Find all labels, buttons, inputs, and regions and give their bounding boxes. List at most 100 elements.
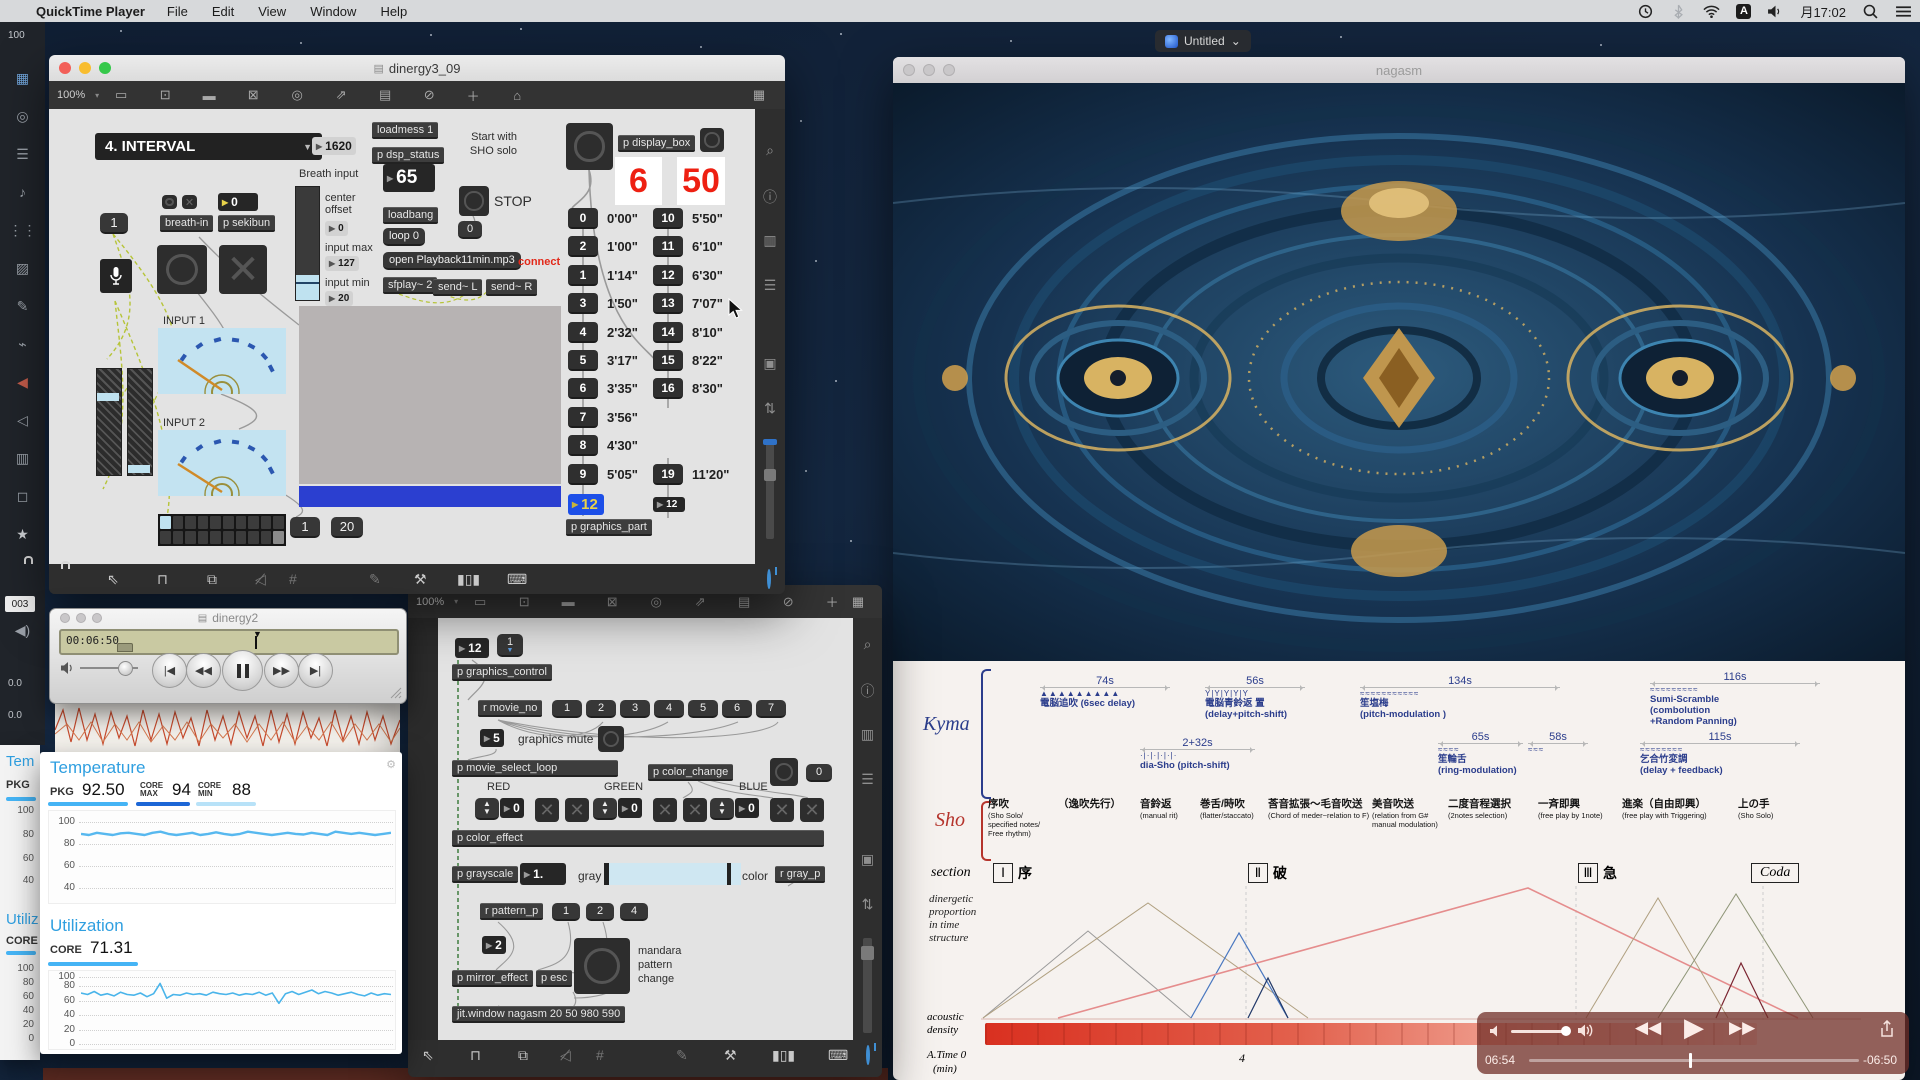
cue-row[interactable]: 00'00" xyxy=(568,208,638,229)
menu-item[interactable]: View xyxy=(258,4,286,19)
grid-snap-icon[interactable]: # xyxy=(289,571,297,587)
volume-knob[interactable] xyxy=(1561,1026,1571,1036)
movie-select-loop-object[interactable]: p movie_select_loop xyxy=(452,760,618,777)
rewind-button[interactable]: ◀◀ xyxy=(1635,1018,1661,1038)
palette-audio-icon[interactable]: ♪ xyxy=(0,184,45,200)
search-icon[interactable]: ⌕ xyxy=(853,636,882,653)
menu-item[interactable]: File xyxy=(167,4,188,19)
bluetooth-icon[interactable] xyxy=(1670,4,1687,19)
palette-objects-icon[interactable]: ▦ xyxy=(0,70,45,87)
number-box[interactable]: ▶12 xyxy=(455,638,489,658)
home-icon[interactable]: ⌂ xyxy=(495,88,539,103)
zoom-level[interactable]: 100% xyxy=(57,89,85,101)
cue-row[interactable]: 53'17" xyxy=(568,350,638,371)
display-toggle[interactable] xyxy=(700,128,724,152)
resize-grip[interactable] xyxy=(390,687,402,699)
palette-panel-icon[interactable]: ▥ xyxy=(0,450,45,467)
palette-speaker-icon[interactable]: ◁ xyxy=(0,412,45,429)
jit-window-object[interactable]: jit.window nagasm 20 50 980 590 xyxy=(452,1006,625,1023)
notification-center-icon[interactable] xyxy=(1895,4,1912,19)
zoom-button[interactable] xyxy=(943,64,955,76)
minimize-button[interactable] xyxy=(79,62,91,74)
time-machine-icon[interactable] xyxy=(1637,4,1654,19)
graphics-control-object[interactable]: p graphics_control xyxy=(452,664,552,681)
selected-cue-number[interactable]: ▶12 xyxy=(568,494,604,515)
cue-row[interactable]: 21'00" xyxy=(568,236,638,257)
app-menu-title[interactable]: QuickTime Player xyxy=(36,4,145,19)
selected-cue-number-right[interactable]: ▶12 xyxy=(653,497,685,512)
untitled-window-title[interactable]: Untitled ⌄ xyxy=(1155,30,1251,52)
qt7-volume-slider[interactable] xyxy=(80,667,138,669)
loadmess-object[interactable]: loadmess 1 xyxy=(372,122,438,139)
row-msg-20[interactable]: 20 xyxy=(331,517,363,538)
minimize-button[interactable] xyxy=(76,613,86,623)
gray-p-object[interactable]: r gray_p xyxy=(775,866,825,883)
color-toggle[interactable] xyxy=(770,758,798,786)
breath-toggle[interactable] xyxy=(162,195,177,209)
camera-icon[interactable]: ▣ xyxy=(853,851,882,868)
qt7-titlebar[interactable]: ▤ dinergy2 xyxy=(50,609,406,627)
scrubber[interactable] xyxy=(1529,1059,1859,1062)
close-button[interactable] xyxy=(59,62,71,74)
panel-icon[interactable]: ▤ xyxy=(363,87,407,103)
blue-x-button-2[interactable]: ✕ xyxy=(800,798,824,822)
power-icon[interactable] xyxy=(767,571,771,587)
interval-number[interactable]: ▶1620 xyxy=(312,137,356,155)
sekibun-object[interactable]: p sekibun xyxy=(218,215,275,232)
piano-icon[interactable]: ▮▯▮ xyxy=(772,1047,795,1064)
cue-row[interactable]: 116'10" xyxy=(653,236,723,257)
panel-icon[interactable]: ▤ xyxy=(722,594,766,610)
cue-row[interactable]: 11'14" xyxy=(568,265,638,286)
mirror-effect-object[interactable]: p mirror_effect xyxy=(452,970,533,987)
grid-icon[interactable]: ▦ xyxy=(737,87,781,103)
volume-icon[interactable] xyxy=(1767,4,1784,19)
cue-row[interactable]: 84'30" xyxy=(568,435,638,456)
record-icon[interactable]: ◎ xyxy=(634,594,678,610)
gain-fader[interactable] xyxy=(863,938,872,1033)
menu-item[interactable]: Edit xyxy=(212,4,234,19)
red-x-button-2[interactable]: ✕ xyxy=(565,798,589,822)
presentation-icon[interactable]: ⊓ xyxy=(157,571,168,588)
open-msg[interactable]: open Playback11min.mp3 xyxy=(383,252,521,270)
gray-number[interactable]: ▶1. xyxy=(520,863,566,885)
blue-x-button-1[interactable]: ✕ xyxy=(770,798,794,822)
mixer-icon[interactable]: ⇅ xyxy=(755,400,785,417)
play-button[interactable]: ▶ xyxy=(1684,1012,1704,1043)
patcher2-canvas[interactable]: ▶12 1▼ p graphics_control r movie_no 123… xyxy=(438,618,853,1040)
keyboard-icon[interactable]: ⌨ xyxy=(507,571,527,588)
patcher1-canvas[interactable]: 4. INTERVAL ▼ ▶1620 loadmess 1 p dsp_sta… xyxy=(49,109,755,564)
new-object-icon[interactable]: ▭ xyxy=(99,87,143,103)
info-icon[interactable]: ⓘ xyxy=(755,187,785,207)
grayscale-object[interactable]: p grayscale xyxy=(452,866,518,883)
row-msg-1[interactable]: 1 xyxy=(290,517,320,538)
pattern-number-msg[interactable]: 4 xyxy=(620,903,648,921)
palette-volume-icon[interactable]: ◀) xyxy=(0,622,45,639)
gear-icon[interactable]: ⚙ xyxy=(386,758,396,771)
graphics-part-object[interactable]: p graphics_part xyxy=(566,519,652,536)
close-box-icon[interactable]: ⊠ xyxy=(231,87,275,103)
color-effect-object[interactable]: p color_effect xyxy=(452,830,824,847)
audio-mute-icon[interactable]: ◁̸ xyxy=(560,1047,571,1064)
gain-fader[interactable] xyxy=(766,439,774,539)
cue-row[interactable]: 148'10" xyxy=(653,322,723,343)
big-x-button[interactable]: ✕ xyxy=(219,245,267,294)
green-x-button-1[interactable]: ✕ xyxy=(653,798,677,822)
breath-msg[interactable]: 1 xyxy=(100,213,128,234)
cue-row[interactable]: 42'32" xyxy=(568,322,638,343)
menu-1[interactable]: 1▼ xyxy=(497,634,523,657)
breath-x-button[interactable]: ✕ xyxy=(182,195,197,209)
cue-row[interactable]: 126'30" xyxy=(653,265,723,286)
cue-row[interactable]: 137'07" xyxy=(653,293,723,314)
volume-slider[interactable] xyxy=(1511,1030,1567,1033)
green-number[interactable]: ▶0 xyxy=(618,798,642,818)
volume-number[interactable]: ▶65 xyxy=(383,164,435,192)
rewind-button[interactable]: ◀◀ xyxy=(186,653,221,688)
cue-row[interactable]: 73'56" xyxy=(568,407,638,428)
red-x-button-1[interactable]: ✕ xyxy=(535,798,559,822)
scrubber-playhead[interactable] xyxy=(1689,1053,1692,1068)
search-icon[interactable]: ⌕ xyxy=(755,142,785,159)
green-stepper[interactable]: ▲▼ xyxy=(593,798,617,820)
camera-icon[interactable]: ▣ xyxy=(755,355,785,372)
big-circle-button[interactable] xyxy=(157,245,207,294)
inspector-icon[interactable]: ⊡ xyxy=(502,594,546,610)
